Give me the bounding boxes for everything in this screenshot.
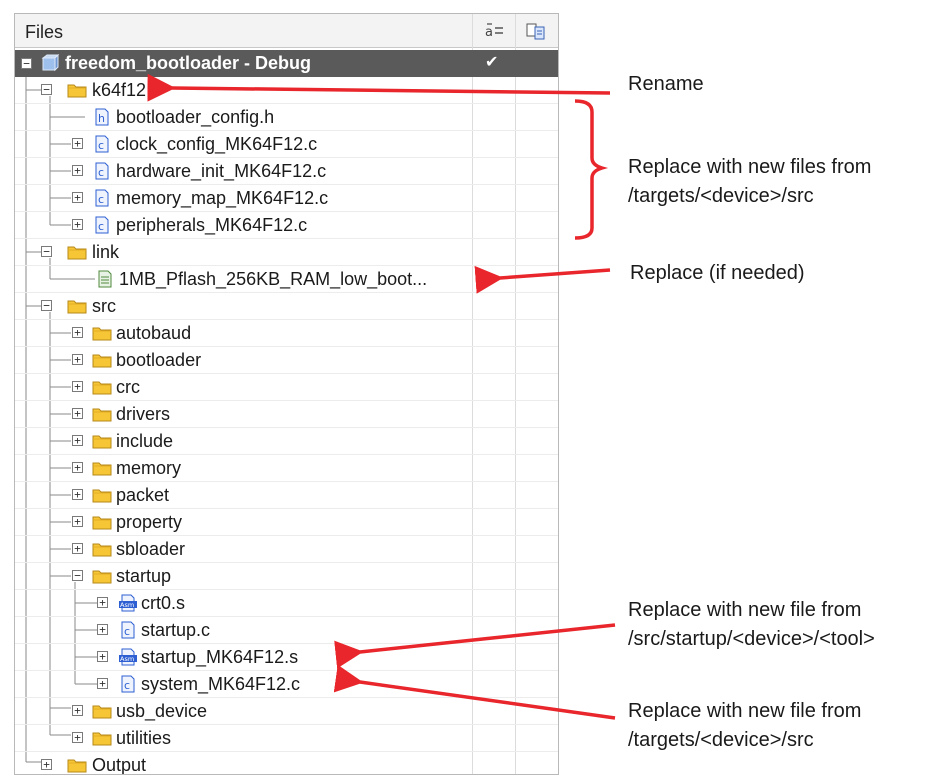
annotation-rename: Rename [628, 73, 704, 95]
annotation-replace-startup-line2: /src/startup/<device>/<tool> [628, 628, 875, 650]
annotation-arrows [147, 73, 616, 720]
annotation-replace-system-line1: Replace with new file from [628, 700, 862, 722]
annotation-replace-files-line1: Replace with new files from [628, 156, 872, 178]
annotation-replace-files-line2: /targets/<device>/src [628, 185, 814, 207]
annotation-replace-if-needed: Replace (if needed) [630, 262, 805, 284]
annotation-replace-startup-line1: Replace with new file from [628, 599, 862, 621]
annotation-replace-system-line2: /targets/<device>/src [628, 729, 814, 751]
